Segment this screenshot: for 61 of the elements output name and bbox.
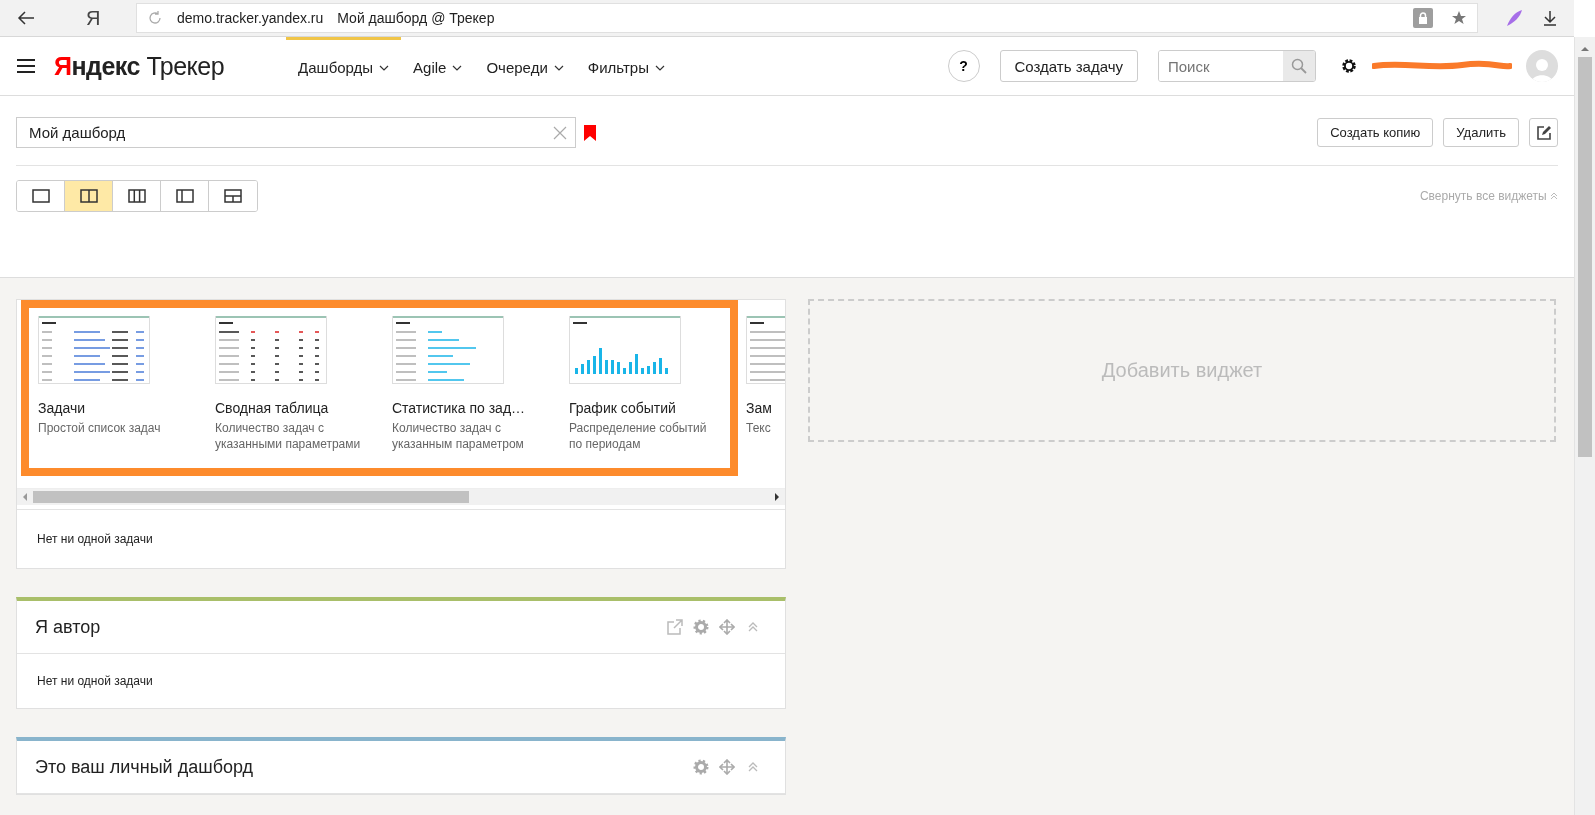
feather-icon[interactable] [1504,8,1524,28]
widget-type-title[interactable]: Статистика по зад… [392,400,545,416]
widget-preview-drawing[interactable] [38,316,150,384]
widget-type-title[interactable]: Сводная таблица [215,400,368,416]
caret-icon [553,64,564,71]
edit-button[interactable] [1529,118,1558,147]
caret-icon [654,64,665,71]
edit-icon [1535,124,1552,141]
layout-icon [79,189,98,203]
widget-type-title[interactable]: Зам [746,400,785,416]
search-icon [1291,58,1307,74]
layout-switcher[interactable] [16,180,258,212]
widget-type-description: Количество задач с указанными параметрами [215,420,362,452]
horizontal-scrollbar[interactable] [17,488,785,505]
empty-message: Нет ни одной задачи [36,673,154,690]
widget-type-description: Простой список задач [38,420,162,436]
browser-logo[interactable]: Я [86,6,116,30]
logo[interactable]: Яндекс Трекер [54,51,225,81]
clear-icon[interactable] [553,125,567,140]
url-text: demo.tracker.yandex.ru [177,10,324,26]
menu-icon[interactable] [16,56,36,76]
nav-tab[interactable]: Очереди [474,37,576,95]
search-button[interactable] [1283,51,1315,81]
layout-icon [175,189,194,203]
layout-icon [127,189,146,203]
help-button[interactable]: ? [947,50,980,82]
layout-button[interactable] [17,181,65,211]
chevron-icon [1550,192,1558,200]
caret-icon [379,64,390,71]
layout-icon [31,189,50,203]
scrollbar[interactable] [1574,37,1595,815]
move-icon[interactable] [719,619,735,635]
search-box[interactable]: Поиск [1158,50,1316,82]
action-button[interactable]: Удалить [1443,118,1519,147]
settings-icon[interactable] [1340,57,1358,75]
widget-type-description: Распределение событий по периодам [569,420,708,452]
nav-tab[interactable]: Agile [401,37,475,95]
widget-title: Я автор [35,616,102,638]
lock-icon [1413,8,1433,28]
widget-title: Это ваш личный дашборд [35,756,255,778]
layout-button[interactable] [65,181,113,211]
widget-type-title[interactable]: Задачи [38,400,191,416]
title-input-box[interactable]: Мой дашборд [16,117,576,148]
widget-type-description: Количество задач с указанным параметром [392,420,525,452]
create-task-button[interactable]: Создать задачу [999,50,1138,82]
layout-icon [224,189,242,203]
external-link-icon[interactable] [667,619,683,635]
action-button[interactable]: Создать копию [1317,118,1434,147]
widget-type-description: Текс [746,420,772,436]
bookmark-icon[interactable] [584,124,596,141]
widget-preview-drawing[interactable] [215,316,327,384]
caret-icon [452,64,463,71]
up-arrow-icon[interactable] [1581,45,1589,53]
move-icon[interactable] [719,759,735,775]
page-title: Мой дашборд @ Трекер [337,10,495,26]
address-bar[interactable]: demo.tracker.yandex.ru Мой дашборд @ Трекер [136,3,1478,33]
nav-tab[interactable]: Фильтры [575,37,677,95]
right-arrow-icon[interactable] [773,493,781,501]
left-arrow-icon[interactable] [21,493,29,501]
widget-type-title[interactable]: График событий [569,400,722,416]
empty-message: Нет ни одной задачи [17,509,785,568]
